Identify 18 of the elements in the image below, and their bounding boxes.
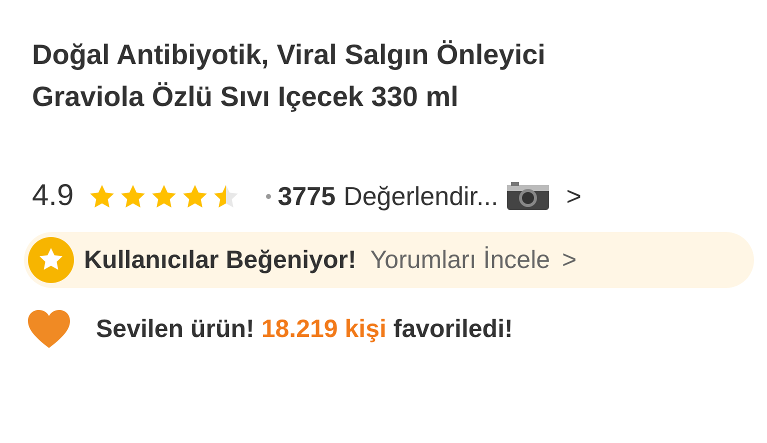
separator-dot	[266, 194, 271, 198]
star-icon	[88, 182, 116, 210]
star-icon	[118, 182, 147, 210]
star-icon	[180, 182, 209, 210]
heart-icon	[26, 308, 72, 350]
chevron-right[interactable]: >	[566, 180, 582, 212]
rating-score: 4.9	[32, 179, 74, 213]
product-title: Graviola Özlü Sıvı Içecek 330 ml	[32, 80, 460, 114]
star-icon	[150, 182, 178, 210]
camera-icon	[506, 181, 550, 211]
review-count: 3775	[278, 180, 336, 212]
reviews-label: Değerlendir...	[344, 180, 498, 212]
reviews-link[interactable]: Yorumları İncele >	[370, 246, 577, 274]
favorites-message: Sevilen ürün! 18.219 kişi favoriledi!	[96, 314, 513, 344]
star-badge-icon	[28, 237, 74, 283]
product-title: Doğal Antibiyotik, Viral Salgın Önleyici	[32, 38, 546, 72]
banner-title: Kullanıcılar Beğeniyor!	[84, 246, 356, 274]
star-icon	[212, 182, 240, 210]
